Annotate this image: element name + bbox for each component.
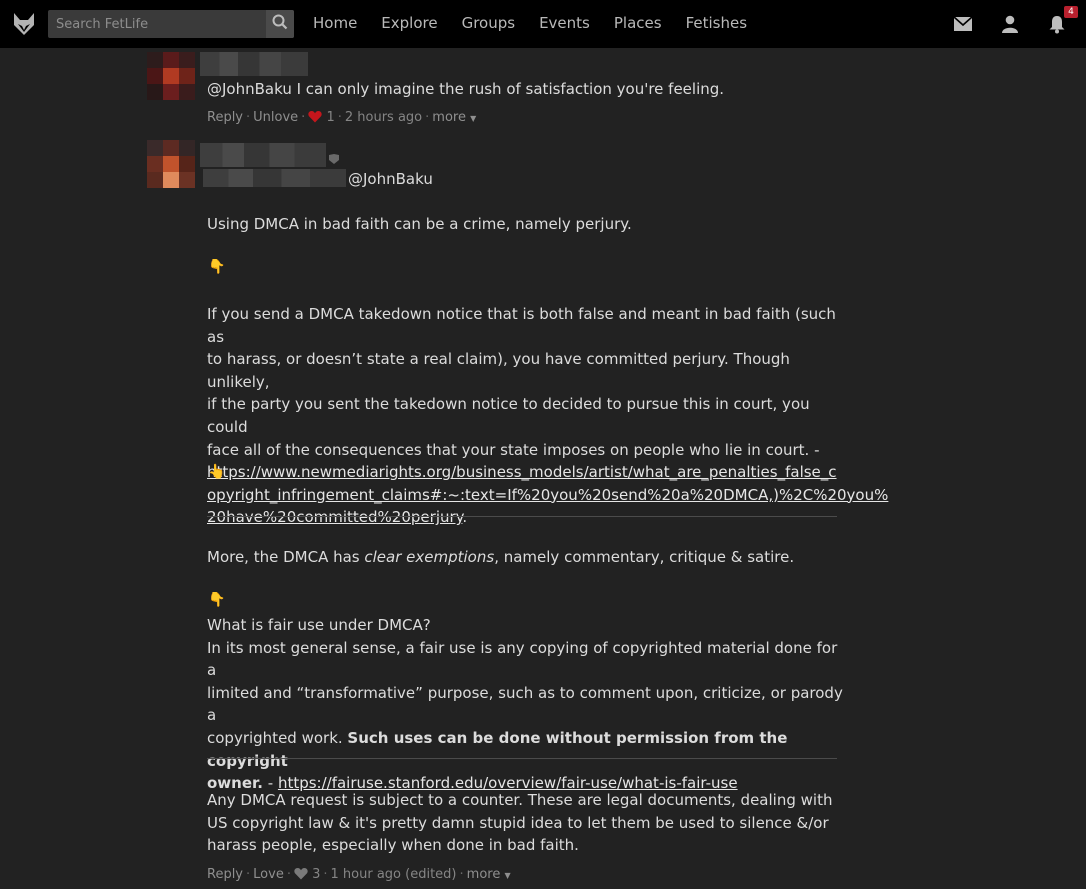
chevron-down-icon (328, 150, 340, 169)
caret-down-icon: ▼ (504, 871, 511, 880)
commenter-avatar[interactable] (147, 140, 195, 188)
fetlife-logo-icon[interactable] (13, 12, 35, 36)
mention-link[interactable]: @JohnBaku (207, 80, 292, 98)
messages-icon[interactable] (951, 12, 975, 36)
nav-events[interactable]: Events (527, 0, 602, 48)
paragraph-fair-use: What is fair use under DMCA? In its most… (207, 616, 843, 793)
main-nav: Home Explore Groups Events Places Fetish… (301, 0, 759, 48)
horizontal-divider (207, 758, 837, 759)
more-link[interactable]: more ▼ (432, 110, 476, 125)
nav-groups[interactable]: Groups (450, 0, 527, 48)
love-count: 1 (326, 110, 335, 125)
profile-icon[interactable] (998, 12, 1022, 36)
newmediarights-link[interactable]: 20have%20committed%20perjury (207, 508, 462, 526)
search-input[interactable] (48, 10, 260, 38)
paragraph-exemptions: More, the DMCA has clear exemptions, nam… (207, 548, 795, 566)
newmediarights-link[interactable]: https://www.newmediarights.org/business_… (207, 463, 837, 481)
caret-down-icon: ▼ (470, 114, 477, 123)
reply-link[interactable]: Reply (207, 867, 243, 882)
timestamp: 2 hours ago (344, 110, 423, 125)
nav-places[interactable]: Places (602, 0, 674, 48)
newmediarights-link[interactable]: opyright_infringement_claims#:~:text=If%… (207, 486, 888, 504)
nav-home[interactable]: Home (301, 0, 369, 48)
redacted-username (200, 143, 326, 167)
search-icon (272, 14, 288, 34)
horizontal-divider (207, 516, 837, 517)
comment-body: @JohnBaku I can only imagine the rush of… (207, 78, 847, 101)
unlove-link[interactable]: Unlove (253, 110, 298, 125)
paragraph-dmca-takedown: If you send a DMCA takedown notice that … (207, 305, 889, 527)
redacted-username (200, 52, 308, 76)
more-link[interactable]: more ▼ (467, 867, 511, 882)
reply-link[interactable]: Reply (207, 110, 243, 125)
nav-fetishes[interactable]: Fetishes (674, 0, 759, 48)
point-down-emoji: 👇 (208, 592, 226, 608)
comment-actions: Reply · Unlove · 1 · 2 hours ago · more ▼ (207, 110, 477, 127)
mention-link[interactable]: @JohnBaku (348, 168, 433, 191)
timestamp: 1 hour ago (edited) (330, 867, 457, 882)
comment-actions: Reply · Love · 3 · 1 hour ago (edited) · more ▼ (207, 867, 511, 884)
commenter-avatar[interactable] (147, 52, 195, 100)
paragraph-perjury: Using DMCA in bad faith can be a crime, … (207, 215, 632, 233)
search-button[interactable] (266, 10, 294, 38)
paragraph-counter-notice: Any DMCA request is subject to a counter… (207, 791, 833, 855)
top-navigation-bar: Home Explore Groups Events Places Fetish… (0, 0, 1086, 48)
point-up-emoji: 👆 (208, 464, 226, 480)
heart-filled-icon (308, 110, 322, 127)
nav-explore[interactable]: Explore (369, 0, 449, 48)
heart-icon (294, 867, 308, 884)
love-link[interactable]: Love (253, 867, 284, 882)
search-box (48, 10, 294, 38)
point-down-emoji: 👇 (208, 259, 226, 275)
notification-count-badge: 4 (1064, 6, 1078, 18)
comment-text: I can only imagine the rush of satisfact… (291, 80, 725, 98)
redacted-mention (203, 169, 346, 187)
